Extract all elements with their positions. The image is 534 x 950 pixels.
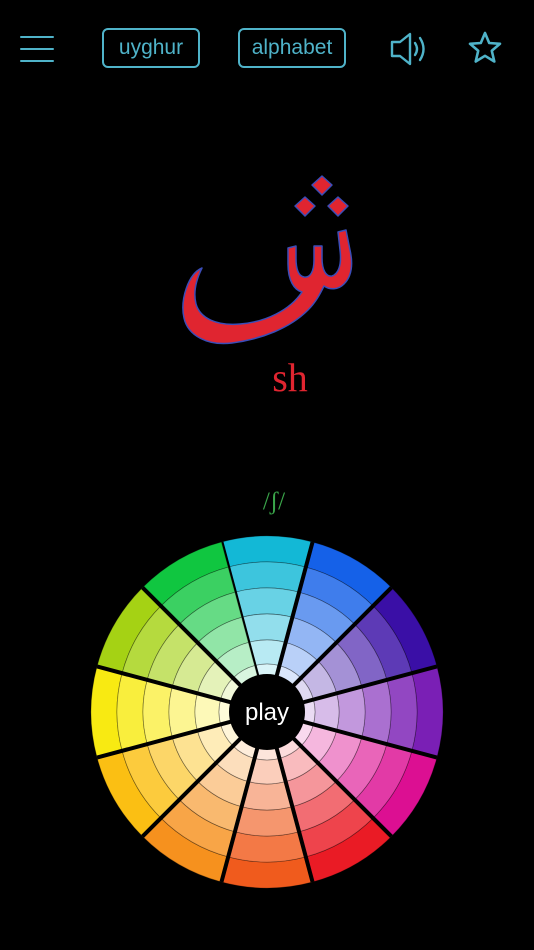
play-label: play [245, 699, 289, 726]
wheel-segment[interactable] [361, 679, 392, 745]
letter-glyph [182, 175, 353, 345]
ipa-text: /ʃ/ [262, 488, 286, 515]
romanization-text: sh [272, 355, 308, 400]
menu-button[interactable] [20, 34, 56, 64]
play-button[interactable]: play [229, 674, 305, 750]
star-icon[interactable] [467, 30, 503, 66]
language-button[interactable]: uyghur [102, 28, 200, 68]
color-wheel[interactable]: play [89, 534, 445, 890]
alphabet-button[interactable]: alphabet [238, 28, 346, 68]
speaker-icon[interactable] [389, 30, 431, 68]
wheel-segment[interactable] [142, 679, 173, 745]
wheel-segment[interactable] [234, 806, 300, 837]
wheel-segment[interactable] [234, 587, 300, 618]
